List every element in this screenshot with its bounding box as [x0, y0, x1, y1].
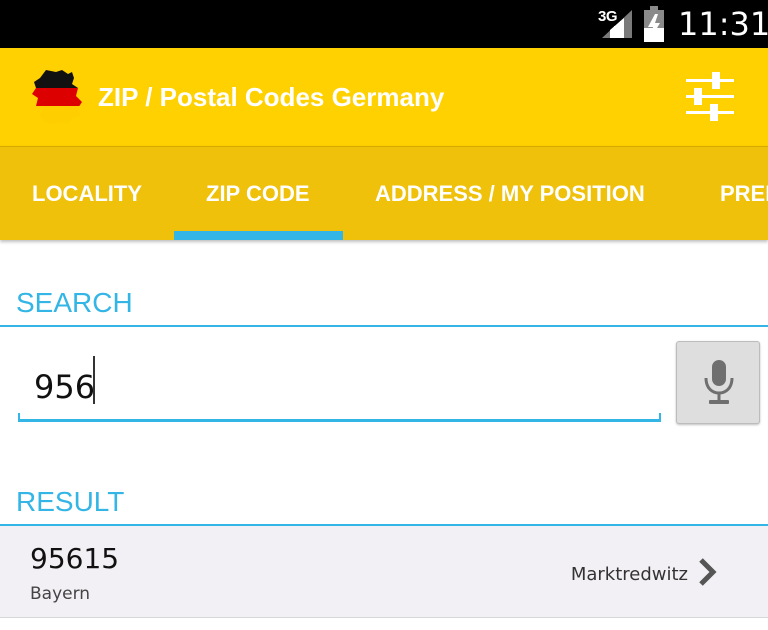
tab-zip-code[interactable]: ZIP CODE — [206, 181, 310, 207]
settings-filter-button[interactable] — [680, 70, 740, 124]
tab-bar: LOCALITY ZIP CODE ADDRESS / MY POSITION … — [0, 146, 768, 240]
tab-selected-indicator — [174, 231, 343, 240]
microphone-icon — [704, 360, 734, 404]
germany-flag-map-icon — [32, 70, 82, 124]
sliders-icon — [686, 72, 734, 121]
status-clock: 11:31 — [678, 5, 768, 43]
result-state: Bayern — [30, 584, 91, 604]
network-type: 3G — [598, 8, 618, 25]
tab-locality[interactable]: LOCALITY — [32, 181, 142, 207]
battery-charging-icon — [644, 6, 664, 42]
result-section-header: RESULT — [16, 486, 125, 517]
list-bottom-space — [0, 618, 768, 630]
app-bar: ZIP / Postal Codes Germany — [0, 48, 768, 146]
chevron-right-icon — [699, 558, 717, 586]
text-cursor — [93, 356, 95, 404]
voice-search-button[interactable] — [676, 341, 760, 424]
tab-address-my-position[interactable]: ADDRESS / MY POSITION — [375, 181, 645, 207]
result-city: Marktredwitz — [570, 564, 688, 585]
app-title: ZIP / Postal Codes Germany — [98, 82, 445, 112]
zip-search-input[interactable] — [20, 352, 660, 422]
result-zip: 95615 — [30, 542, 120, 575]
status-bar: 3G 11:31 — [0, 0, 768, 48]
tab-preferences[interactable]: PREF — [720, 181, 768, 207]
search-section-divider — [0, 325, 768, 327]
result-list-item[interactable]: 95615 Bayern Marktredwitz — [0, 526, 768, 618]
search-section-header: SEARCH — [16, 287, 133, 318]
search-input-underline — [18, 413, 661, 422]
